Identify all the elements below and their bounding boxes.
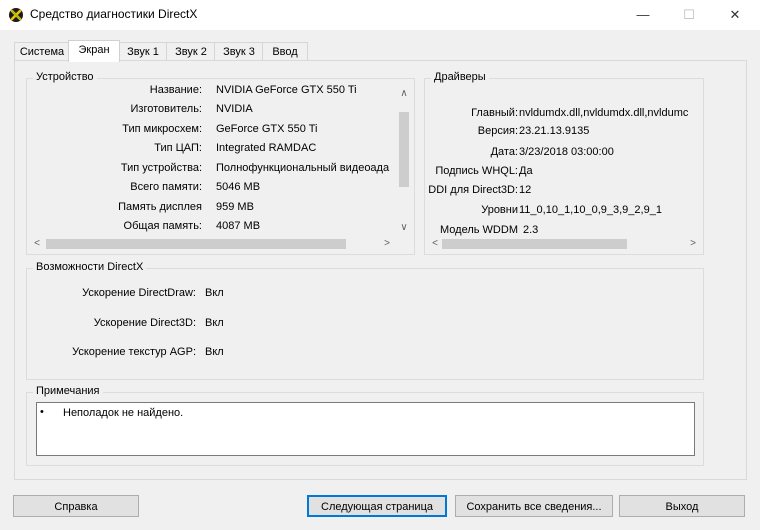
device-display-memory-value: 959 MB [216, 201, 254, 213]
driver-wddm-value: 2.3 [523, 224, 539, 236]
driver-wddm-label: Модель WDDM [440, 224, 518, 236]
drivers-group-title: Драйверы [431, 71, 489, 83]
title-bar: Средство диагностики DirectX — ☐ ✕ [0, 0, 760, 30]
drivers-horizontal-scroll-thumb[interactable] [442, 239, 627, 249]
device-shared-memory-label: Общая память: [123, 220, 202, 232]
agp-texture-accel-label: Ускорение текстур AGP: [72, 346, 196, 358]
device-dac-label: Тип ЦАП: [154, 142, 202, 154]
device-name-value: NVIDIA GeForce GTX 550 Ti [216, 84, 357, 96]
device-horizontal-scroll-thumb[interactable] [46, 239, 346, 249]
direct3d-accel-label: Ускорение Direct3D: [93, 317, 196, 329]
scroll-right-arrow-icon[interactable]: > [686, 237, 700, 251]
device-horizontal-scrollbar[interactable]: < > [28, 236, 396, 252]
device-name-label: Название: [149, 84, 202, 96]
directx-app-icon [9, 8, 23, 22]
direct3d-accel-value: Вкл [205, 317, 224, 329]
driver-version-label: Версия: [477, 125, 518, 137]
scroll-left-arrow-icon[interactable]: < [428, 237, 442, 251]
driver-date-value: 3/23/2018 03:00:00 [519, 146, 614, 158]
tab-system[interactable]: Система [14, 42, 70, 61]
device-vertical-scroll-thumb[interactable] [399, 112, 409, 187]
device-chip-label: Тип микросхем: [122, 123, 202, 135]
driver-levels-label: Уровни [481, 204, 518, 216]
device-shared-memory-value: 4087 MB [216, 220, 261, 232]
directdraw-accel-label: Ускорение DirectDraw: [82, 287, 196, 299]
device-vertical-scrollbar[interactable]: ∧ ∨ [396, 86, 412, 236]
device-display-memory-label: Память дисплея [118, 201, 202, 213]
scroll-left-arrow-icon[interactable]: < [30, 237, 44, 251]
notes-title: Примечания [33, 385, 103, 397]
device-manufacturer-value: NVIDIA [216, 103, 253, 115]
driver-whql-label: Подпись WHQL: [435, 165, 518, 177]
next-page-button[interactable]: Следующая страница [307, 495, 447, 517]
close-button[interactable]: ✕ [712, 0, 758, 30]
driver-main-label: Главный: [471, 107, 518, 119]
device-total-memory-value: 5046 MB [216, 181, 261, 193]
device-dac-value: Integrated RAMDAC [216, 142, 317, 154]
notes-textbox[interactable]: • Неполадок не найдено. [36, 402, 695, 456]
window-title: Средство диагностики DirectX [30, 7, 198, 21]
driver-ddi-value: 12 [519, 184, 532, 196]
scroll-up-arrow-icon[interactable]: ∧ [397, 87, 411, 101]
driver-date-label: Дата: [490, 146, 518, 158]
driver-levels-value: 11_0,10_1,10_0,9_3,9_2,9_1 [519, 204, 662, 216]
driver-main-value: nvldumdx.dll,nvldumdx.dll,nvldumc [519, 107, 689, 119]
agp-texture-accel-value: Вкл [205, 346, 224, 358]
device-chip-value: GeForce GTX 550 Ti [216, 123, 318, 135]
directdraw-accel-value: Вкл [205, 287, 224, 299]
help-button[interactable]: Справка [13, 495, 139, 517]
device-total-memory-label: Всего памяти: [130, 181, 202, 193]
exit-button[interactable]: Выход [619, 495, 745, 517]
device-group-title: Устройство [33, 71, 97, 83]
tab-input[interactable]: Ввод [262, 42, 308, 61]
device-type-label: Тип устройства: [120, 162, 202, 174]
scroll-right-arrow-icon[interactable]: > [380, 237, 394, 251]
directx-features-title: Возможности DirectX [33, 261, 147, 273]
driver-whql-value: Да [519, 165, 533, 177]
minimize-button[interactable]: — [620, 0, 666, 30]
device-manufacturer-label: Изготовитель: [130, 103, 203, 115]
driver-ddi-label: DDI для Direct3D: [428, 184, 518, 196]
note-bullet: • [40, 406, 44, 418]
tab-sound-1[interactable]: Звук 1 [118, 42, 168, 61]
driver-version-value: 23.21.13.9135 [519, 125, 590, 137]
save-all-info-button[interactable]: Сохранить все сведения... [455, 495, 613, 517]
device-type-value: Полнофункциональный видеоада [216, 162, 390, 174]
note-item: Неполадок не найдено. [63, 407, 184, 419]
directx-diag-window: Средство диагностики DirectX — ☐ ✕ Систе… [0, 0, 760, 530]
tab-sound-2[interactable]: Звук 2 [166, 42, 216, 61]
tab-sound-3[interactable]: Звук 3 [214, 42, 264, 61]
scroll-down-arrow-icon[interactable]: ∨ [397, 221, 411, 235]
tab-display[interactable]: Экран [68, 40, 120, 62]
drivers-horizontal-scrollbar[interactable]: < > [426, 236, 702, 252]
maximize-button[interactable]: ☐ [666, 0, 712, 30]
